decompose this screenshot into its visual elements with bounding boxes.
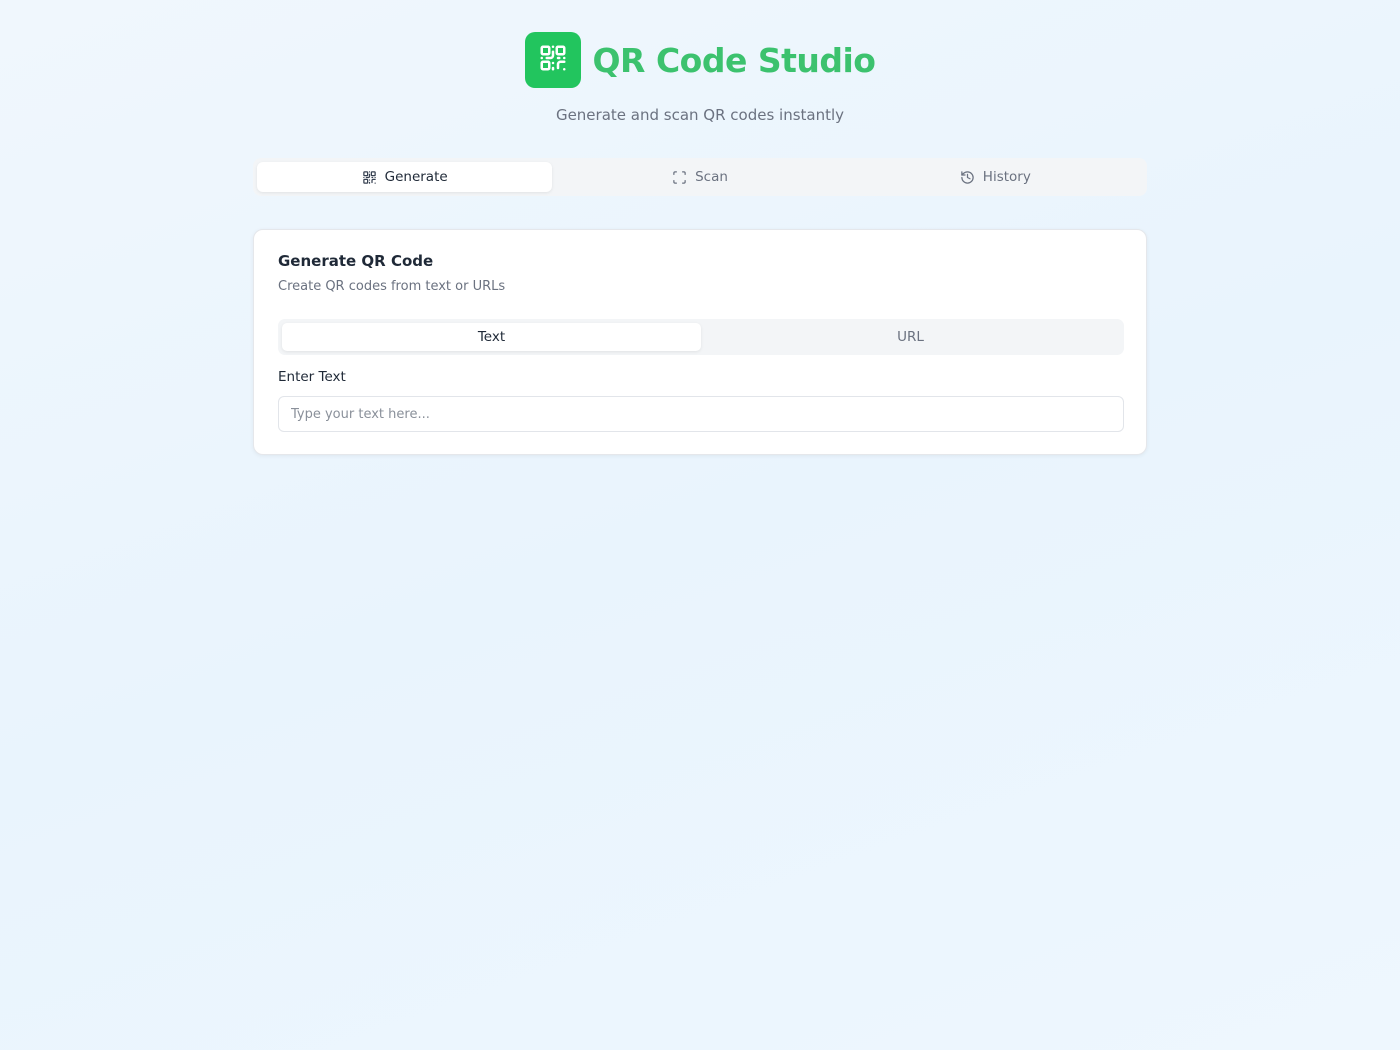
logo xyxy=(524,32,581,88)
scan-frame-icon xyxy=(672,170,687,185)
tab-scan[interactable]: Scan xyxy=(552,162,847,192)
tab-history[interactable]: History xyxy=(848,162,1143,192)
generate-card: Generate QR Code Create QR codes from te… xyxy=(253,229,1147,455)
text-input[interactable] xyxy=(278,396,1124,432)
qr-code-icon xyxy=(362,170,377,185)
tab-scan-label: Scan xyxy=(695,169,728,185)
main-tab-bar: Generate Scan History xyxy=(253,158,1147,196)
input-type-tabs: Text URL xyxy=(278,319,1124,355)
app-title: QR Code Studio xyxy=(592,40,876,80)
enter-text-label: Enter Text xyxy=(278,369,346,385)
app-subtitle: Generate and scan QR codes instantly xyxy=(555,106,845,124)
card-description: Create QR codes from text or URLs xyxy=(278,279,506,294)
tab-generate-label: Generate xyxy=(384,169,448,185)
tab-generate[interactable]: Generate xyxy=(257,162,553,192)
app-header: QR Code Studio Generate and scan QR code… xyxy=(0,32,1400,124)
tab-text[interactable]: Text xyxy=(282,323,701,351)
qr-code-icon xyxy=(538,43,568,77)
brand: QR Code Studio xyxy=(524,32,876,88)
tab-history-label: History xyxy=(982,169,1031,185)
tab-url[interactable]: URL xyxy=(701,323,1120,351)
history-icon xyxy=(960,170,975,185)
card-title: Generate QR Code xyxy=(278,252,434,270)
